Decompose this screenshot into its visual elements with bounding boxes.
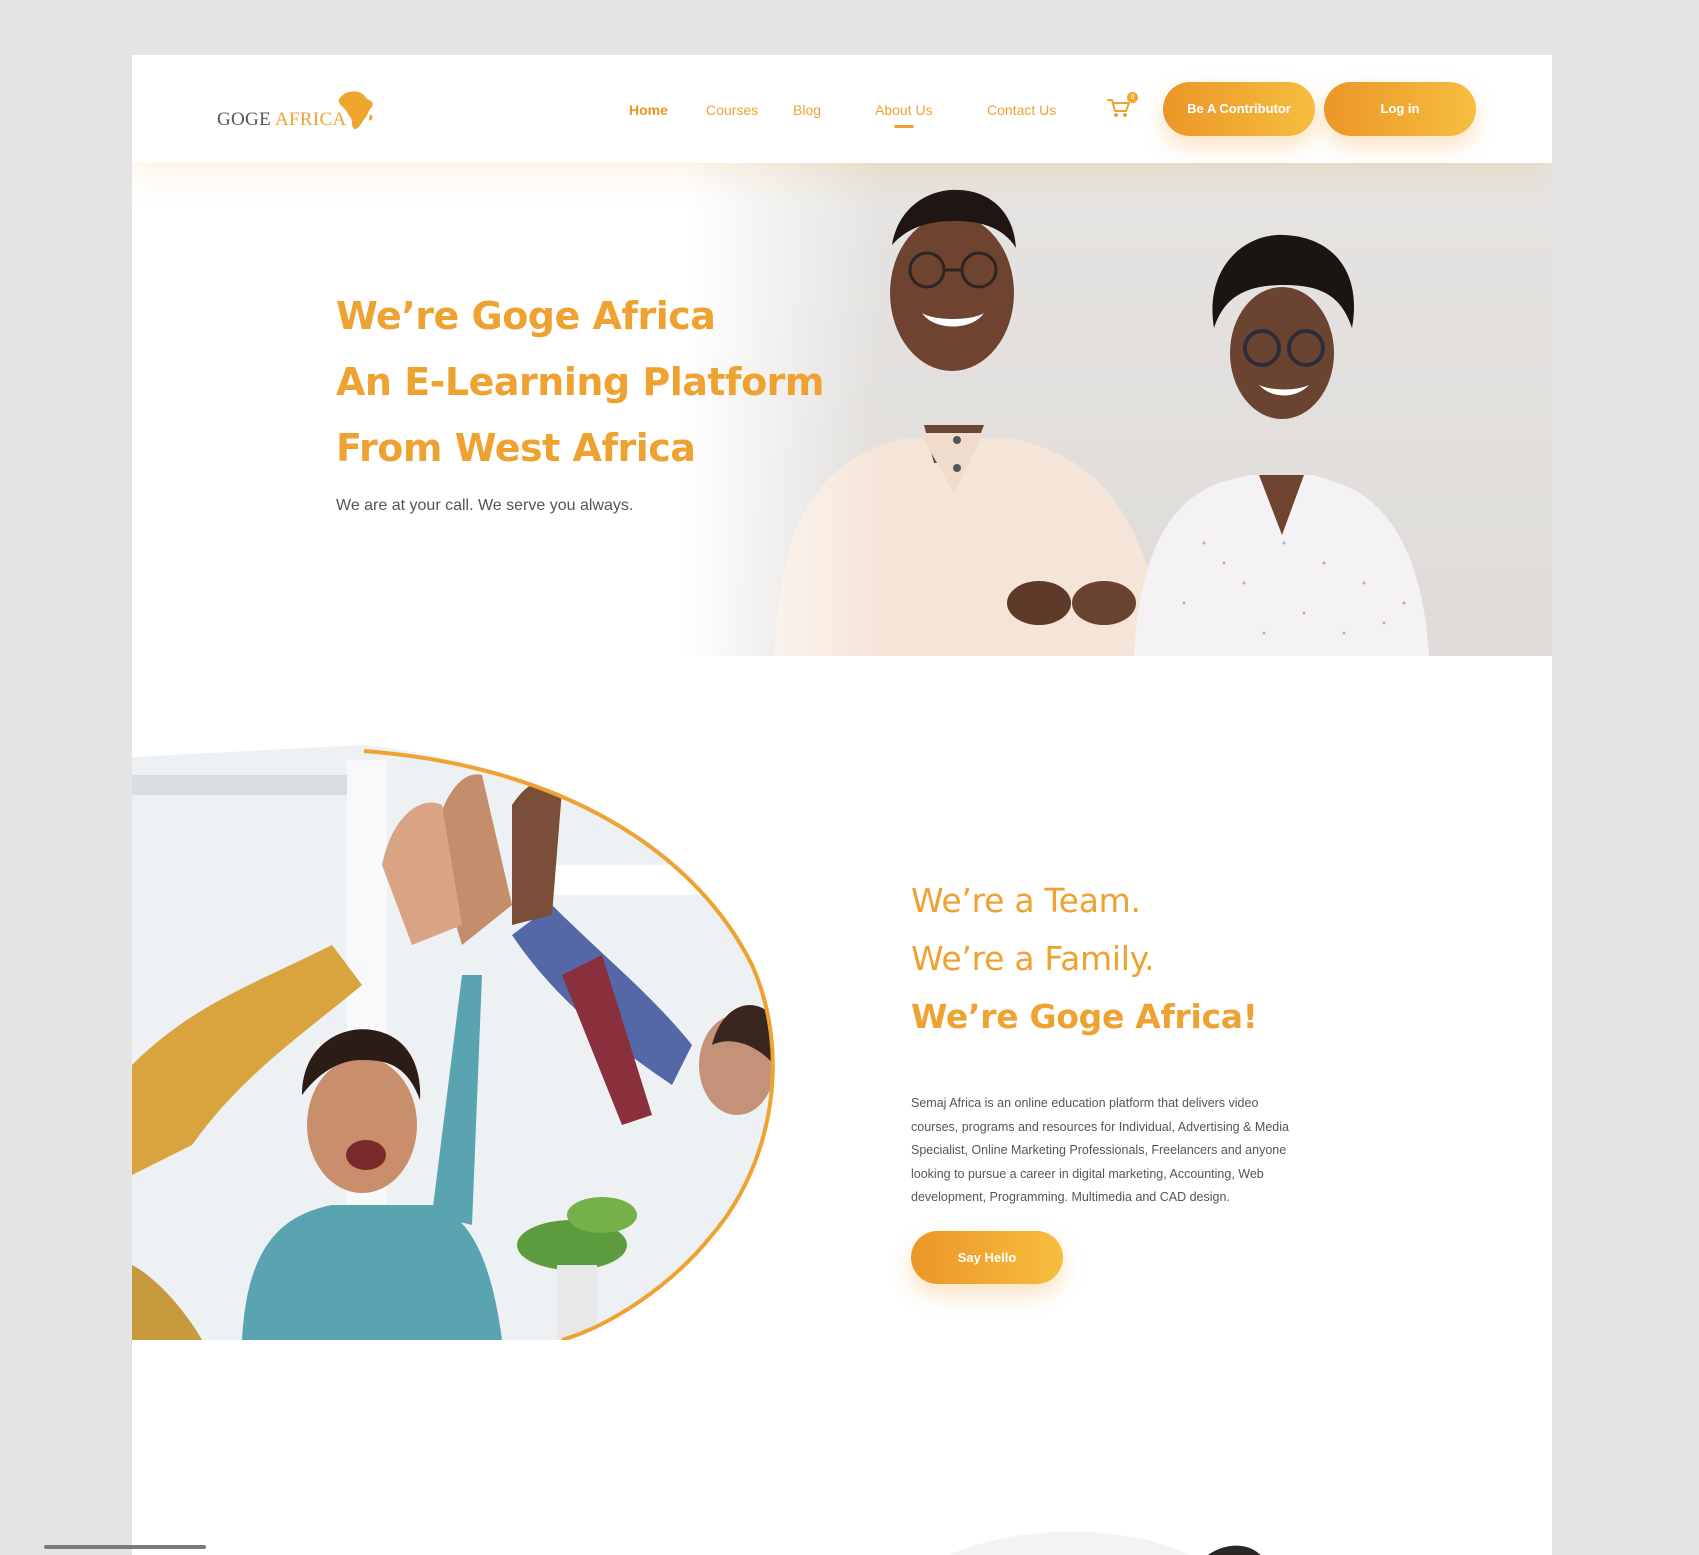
hero-headline-line-3: From West Africa <box>336 426 696 470</box>
nav-about-us-label: About Us <box>875 102 933 118</box>
logo-wordmark: GOGE AFRICA <box>217 109 346 131</box>
next-section-photo <box>862 1520 1292 1555</box>
hero-headline: We’re Goge Africa An E-Learning Platform… <box>336 283 825 481</box>
nav-about-us[interactable]: About Us <box>875 102 933 128</box>
site-header: GOGE AFRICA Home Courses Blog About Us C… <box>132 55 1552 163</box>
about-description: Semaj Africa is an online education plat… <box>911 1096 1289 1204</box>
be-a-contributor-button[interactable]: Be A Contributor <box>1163 82 1315 136</box>
login-button[interactable]: Log in <box>1324 82 1476 136</box>
hero-headline-line-2: An E-Learning Platform <box>336 360 825 404</box>
hero-section: We’re Goge Africa An E-Learning Platform… <box>132 163 1552 656</box>
africa-map-icon <box>338 91 373 130</box>
next-section-graphic <box>949 1531 1261 1555</box>
cart-count-badge: 0 <box>1127 92 1138 103</box>
nav-active-underline <box>893 125 914 128</box>
cart-button[interactable]: 0 <box>1107 92 1138 123</box>
page-canvas: GOGE AFRICA Home Courses Blog About Us C… <box>132 55 1552 1555</box>
nav-blog[interactable]: Blog <box>793 102 821 118</box>
logo-word-goge: GOGE <box>217 109 271 130</box>
team-image-graphic <box>132 745 775 1342</box>
about-heading-line-2: We’re a Family. <box>911 939 1155 978</box>
say-hello-button[interactable]: Say Hello <box>911 1231 1063 1284</box>
about-heading-line-1: We’re a Team. <box>911 881 1141 920</box>
nav-contact-us[interactable]: Contact Us <box>987 102 1056 118</box>
goge-africa-logo[interactable]: GOGE AFRICA <box>217 89 377 137</box>
nav-home[interactable]: Home <box>629 102 668 118</box>
hero-headline-line-1: We’re Goge Africa <box>336 294 716 338</box>
nav-courses[interactable]: Courses <box>706 102 758 118</box>
hero-subtitle: We are at your call. We serve you always… <box>336 497 634 514</box>
about-heading-line-3: We’re Goge Africa! <box>911 997 1258 1036</box>
horizontal-scrollbar-thumb[interactable] <box>44 1545 206 1549</box>
team-high-five-image <box>132 745 892 1342</box>
